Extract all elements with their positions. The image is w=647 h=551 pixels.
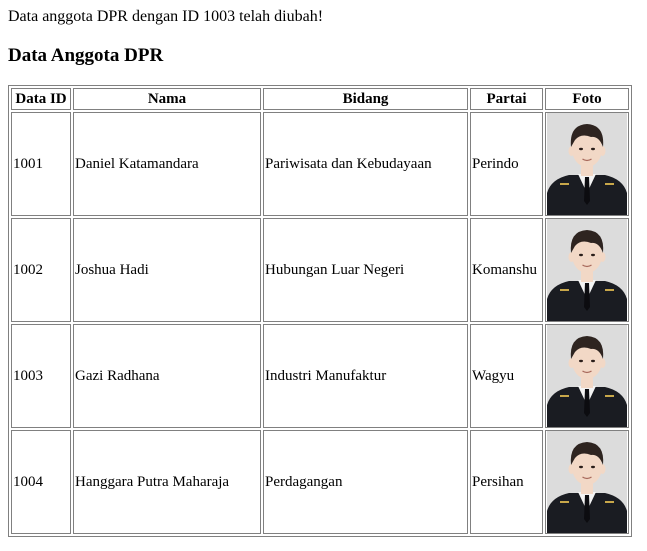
cell-partai: Komanshu <box>470 218 543 322</box>
member-photo <box>547 219 627 321</box>
header-data-id: Data ID <box>11 88 71 110</box>
table-row: 1003 Gazi Radhana Industri Manufaktur Wa… <box>11 324 629 428</box>
table-row: 1004 Hanggara Putra Maharaja Perdagangan… <box>11 430 629 534</box>
header-foto: Foto <box>545 88 629 110</box>
member-photo <box>547 431 627 533</box>
header-partai: Partai <box>470 88 543 110</box>
header-nama: Nama <box>73 88 261 110</box>
cell-bidang: Pariwisata dan Kebudayaan <box>263 112 468 216</box>
cell-partai: Persihan <box>470 430 543 534</box>
table-row: 1001 Daniel Katamandara Pariwisata dan K… <box>11 112 629 216</box>
cell-id: 1002 <box>11 218 71 322</box>
cell-id: 1004 <box>11 430 71 534</box>
cell-foto <box>545 324 629 428</box>
cell-bidang: Perdagangan <box>263 430 468 534</box>
cell-nama: Joshua Hadi <box>73 218 261 322</box>
cell-bidang: Hubungan Luar Negeri <box>263 218 468 322</box>
cell-foto <box>545 218 629 322</box>
status-message: Data anggota DPR dengan ID 1003 telah di… <box>8 8 324 25</box>
members-table: Data ID Nama Bidang Partai Foto 1001 Dan… <box>8 85 632 537</box>
member-photo <box>547 113 627 215</box>
header-bidang: Bidang <box>263 88 468 110</box>
table-header-row: Data ID Nama Bidang Partai Foto <box>11 88 629 110</box>
cell-nama: Gazi Radhana <box>73 324 261 428</box>
page-title: Data Anggota DPR <box>8 45 164 66</box>
cell-id: 1003 <box>11 324 71 428</box>
cell-foto <box>545 430 629 534</box>
member-photo <box>547 325 627 427</box>
cell-nama: Daniel Katamandara <box>73 112 261 216</box>
cell-bidang: Industri Manufaktur <box>263 324 468 428</box>
cell-foto <box>545 112 629 216</box>
table-row: 1002 Joshua Hadi Hubungan Luar Negeri Ko… <box>11 218 629 322</box>
cell-id: 1001 <box>11 112 71 216</box>
cell-partai: Wagyu <box>470 324 543 428</box>
cell-nama: Hanggara Putra Maharaja <box>73 430 261 534</box>
cell-partai: Perindo <box>470 112 543 216</box>
